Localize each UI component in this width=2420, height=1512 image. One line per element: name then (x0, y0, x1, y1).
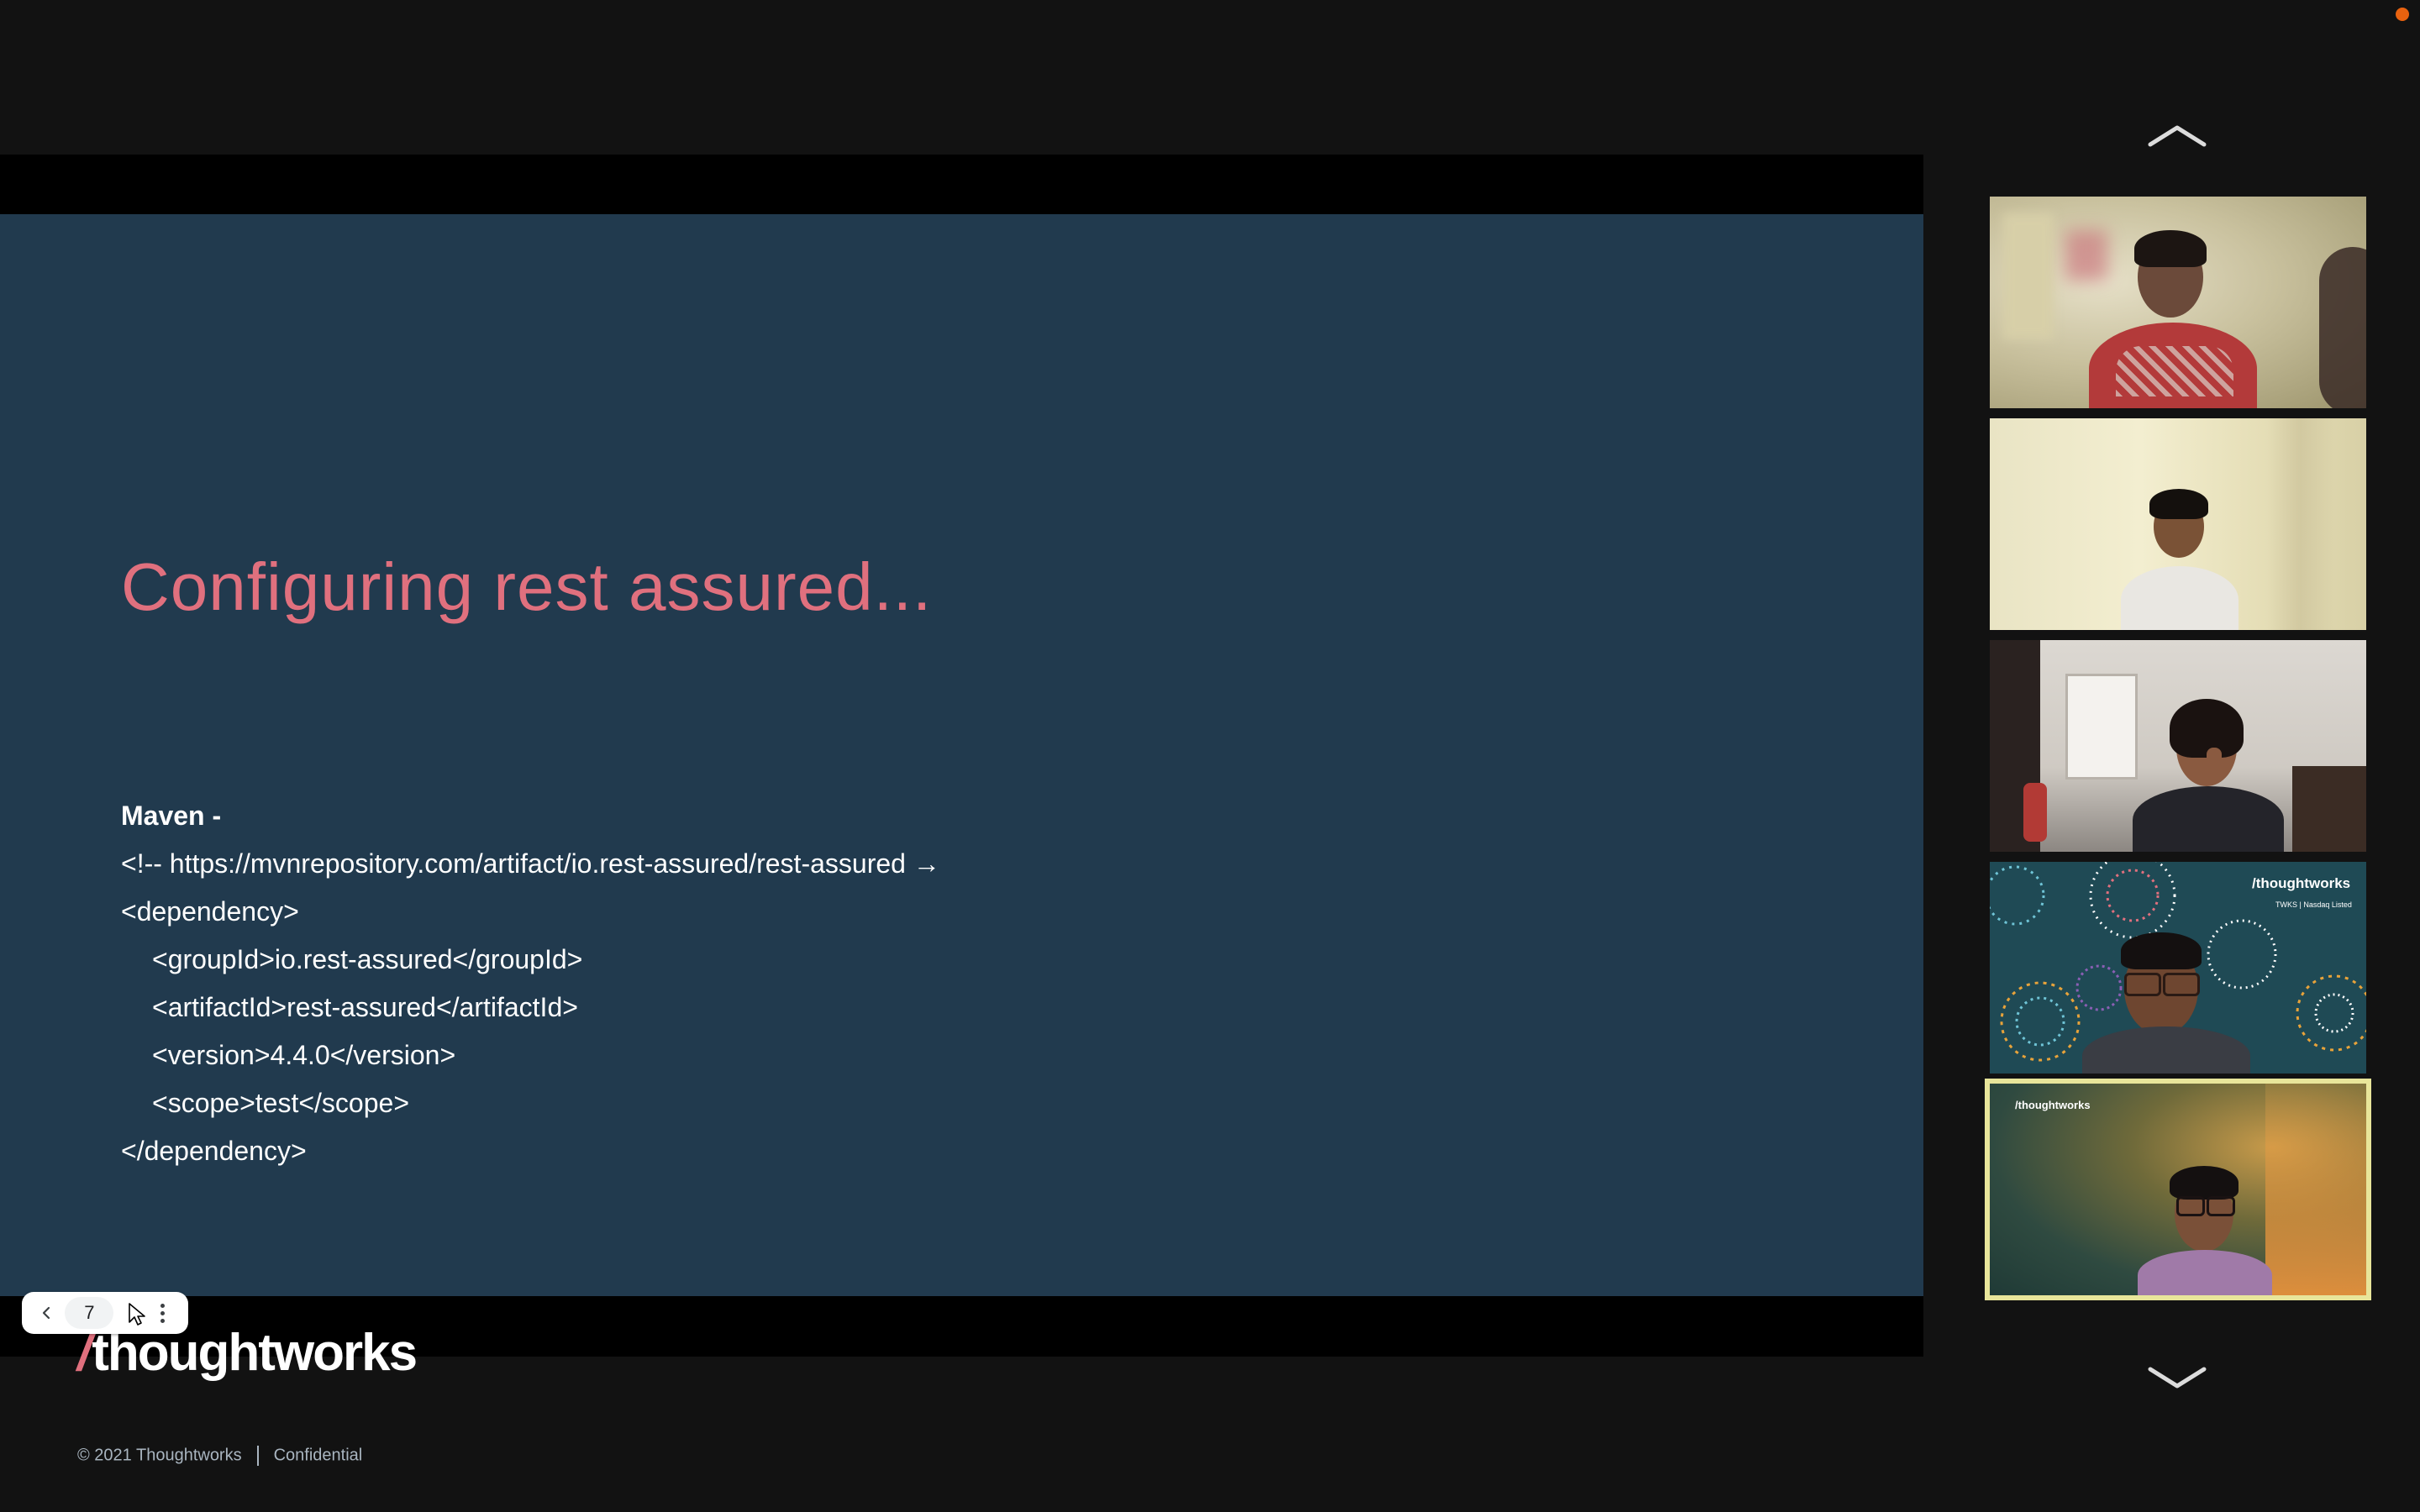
chevron-up-icon (2148, 125, 2207, 147)
slide-page-number[interactable]: 7 (65, 1297, 114, 1329)
slide-body-heading: Maven - (121, 801, 222, 831)
meeting-window: Configuring rest assured... Maven - <!--… (0, 0, 2420, 1512)
participant-video-tile[interactable]: /thoughtworks TWKS | Nasdaq Listed (1990, 862, 2366, 1074)
previous-slide-button[interactable] (34, 1298, 60, 1328)
more-options-button[interactable] (150, 1298, 176, 1328)
participant-video-tile[interactable] (1990, 197, 2366, 408)
slide-title: Configuring rest assured... (121, 549, 933, 624)
background-sub-text: TWKS | Nasdaq Listed (2275, 900, 2352, 909)
slide-footer: © 2021 Thoughtworks Confidential (77, 1446, 362, 1466)
participant-video-tile[interactable] (1990, 640, 2366, 852)
participant-video-tile[interactable] (1990, 418, 2366, 630)
slide-body: Maven - <!-- https://mvnrepository.com/a… (121, 792, 940, 1175)
participant-video-tile-active[interactable]: /thoughtworks (1985, 1079, 2371, 1300)
code-line: <groupId>io.rest-assured</groupId> (152, 944, 583, 974)
recording-indicator (2396, 8, 2409, 21)
footer-copyright: © 2021 Thoughtworks (77, 1446, 242, 1465)
chevron-left-icon (42, 1306, 50, 1320)
background-brand-text: /thoughtworks (2252, 875, 2351, 891)
screen-share-area: Configuring rest assured... Maven - <!--… (0, 155, 1923, 1466)
presentation-slide: Configuring rest assured... Maven - <!--… (0, 214, 1923, 1466)
code-line: <!-- https://mvnrepository.com/artifact/… (121, 848, 940, 879)
footer-divider (256, 1446, 259, 1466)
chevron-down-icon (2148, 1367, 2207, 1389)
code-line: <dependency> (121, 896, 299, 927)
code-line: <scope>test</scope> (152, 1088, 409, 1118)
code-line: <version>4.4.0</version> (152, 1040, 456, 1070)
background-brand-text: /thoughtworks (2015, 1099, 2091, 1111)
scroll-up-button[interactable] (2147, 119, 2207, 153)
slide-navigation: 7 (22, 1292, 188, 1334)
code-line: </dependency> (121, 1136, 307, 1166)
mouse-cursor-icon (129, 1303, 145, 1326)
more-vertical-icon (155, 1303, 171, 1323)
scroll-down-button[interactable] (2147, 1361, 2207, 1394)
footer-label: Confidential (273, 1446, 363, 1465)
code-line: <artifactId>rest-assured</artifactId> (152, 992, 578, 1022)
